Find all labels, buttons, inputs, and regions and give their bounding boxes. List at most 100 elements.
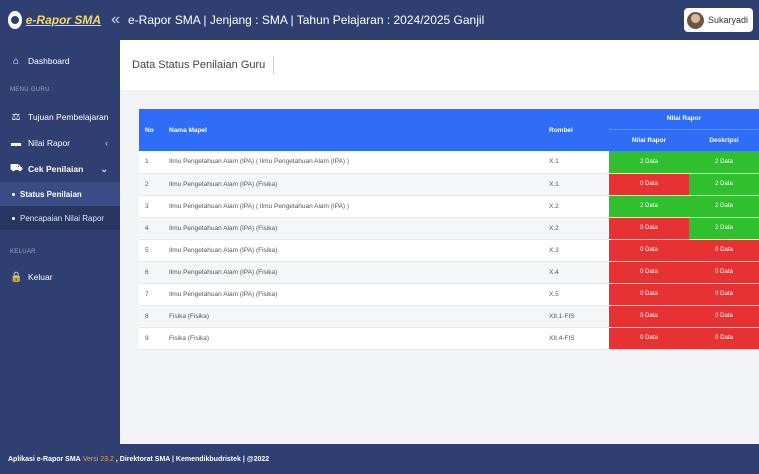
cell-rombel: X.2 [543,195,609,218]
sidebar: ⌂ Dashboard MENU GURU : ⚖ Tujuan Pembela… [0,40,120,444]
cell-rombel: X.4 [543,261,609,284]
brand[interactable]: e-Rapor SMA « [0,0,120,40]
collapse-sidebar-icon[interactable]: « [111,12,120,28]
submenu-cek-penilaian: Status Penilaian Pencapaian Nilai Rapor [0,182,120,230]
cell-rombel: X.1 [543,173,609,196]
sidebar-item-dashboard[interactable]: ⌂ Dashboard [0,48,120,74]
cell-no: 2 [139,173,163,196]
cell-nilai-status: 0 Data [609,305,689,328]
table-row: 3 Ilmu Pengetahuan Alam (IPA) ( Ilmu Peng… [139,195,759,218]
cell-mapel: Ilmu Pengetahuan Alam (IPA) (Fisika) [163,283,543,306]
cell-deskripsi-status: 0 Data [689,239,759,262]
column-header-deskripsi: Deskripsi [709,136,739,144]
cell-mapel: Fisika (Fisika) [163,305,543,328]
table-row: 7 Ilmu Pengetahuan Alam (IPA) (Fisika) X.5… [139,283,759,306]
footer-version: Versi 23.2 [82,455,114,463]
cell-deskripsi-status: 0 Data [689,327,759,350]
table-row: 1 Ilmu Pengetahuan Alam (IPA) ( Ilmu Peng… [139,151,759,174]
cell-mapel: Ilmu Pengetahuan Alam (IPA) ( Ilmu Penge… [163,151,543,174]
sidebar-item-label: Tujuan Pembelajaran [28,112,109,122]
cell-deskripsi-status: 2 Data [689,151,759,174]
cell-mapel: Ilmu Pengetahuan Alam (IPA) ( Ilmu Penge… [163,195,543,218]
cell-nilai-status: 2 Data [609,195,689,218]
cell-rombel: X.3 [543,239,609,262]
sidebar-item-status-penilaian[interactable]: Status Penilaian [0,182,120,206]
cell-no: 4 [139,217,163,240]
table-row: 2 Ilmu Pengetahuan Alam (IPA) (Fisika) X.1… [139,173,759,196]
cell-rombel: XII.1-FIS [543,305,609,328]
cell-no: 1 [139,151,163,174]
cell-mapel: Ilmu Pengetahuan Alam (IPA) (Fisika) [163,173,543,196]
cell-no: 5 [139,239,163,262]
sidebar-item-label: Pencapaian Nilai Rapor [20,213,105,223]
column-header-no: No [145,126,154,134]
cell-nilai-status: 0 Data [609,327,689,350]
logo-icon [8,11,22,29]
user-menu[interactable]: Sukaryadi [683,8,753,32]
table-row: 6 Ilmu Pengetahuan Alam (IPA) (Fisika) X.4… [139,261,759,284]
section-label-menu-guru: MENU GURU : [10,87,54,93]
cell-rombel: X.5 [543,283,609,306]
cell-mapel: Ilmu Pengetahuan Alam (IPA) (Fisika) [163,239,543,262]
bullet-icon [12,192,15,196]
cell-nilai-status: 2 Data [609,151,689,174]
column-header-mapel: Nama Mapel [169,126,207,134]
sidebar-item-pencapaian-nilai-rapor[interactable]: Pencapaian Nilai Rapor [0,206,120,230]
footer: Aplikasi e-Rapor SMA Versi 23.2 , Direkt… [0,444,759,474]
home-icon: ⌂ [12,55,20,67]
user-name[interactable]: Sukaryadi [708,15,748,25]
cell-nilai-status: 0 Data [609,283,689,306]
folder-icon: ▬ [11,137,21,149]
cell-mapel: Ilmu Pengetahuan Alam (IPA) (Fisika) [163,261,543,284]
cell-no: 3 [139,195,163,218]
cell-deskripsi-status: 2 Data [689,195,759,218]
sidebar-item-keluar[interactable]: 🔒 Keluar [0,264,120,290]
sidebar-item-label: Cek Penilaian [28,164,84,174]
cell-no: 6 [139,261,163,284]
sidebar-item-nilai-rapor[interactable]: ▬ Nilai Rapor ‹ [0,130,120,156]
cell-deskripsi-status: 0 Data [689,261,759,284]
status-table-container: No Nama Mapel Rombel Nilai Rapor Nilai R… [139,109,759,350]
brand-name[interactable]: e-Rapor SMA [26,13,101,27]
footer-app-name: Aplikasi e-Rapor SMA [8,455,81,463]
table-row: 5 Ilmu Pengetahuan Alam (IPA) (Fisika) X.3… [139,239,759,262]
table-row: 4 Ilmu Pengetahuan Alam (IPA) (Fisika) X.2… [139,217,759,240]
cell-nilai-status: 0 Data [609,173,689,196]
chevron-down-icon: ⌄ [100,163,108,174]
table-body: 1 Ilmu Pengetahuan Alam (IPA) ( Ilmu Peng… [139,151,759,350]
sidebar-item-tujuan-pembelajaran[interactable]: ⚖ Tujuan Pembelajaran [0,104,120,130]
sidebar-item-cek-penilaian[interactable]: ⛟ Cek Penilaian ⌄ [0,156,120,182]
table-row: 9 Fisika (Fisika) XII.4-FIS 0 Data 0 Data [139,327,759,350]
column-header-rombel: Rombel [549,126,573,134]
cell-no: 9 [139,327,163,350]
chevron-left-icon: ‹ [105,138,108,148]
cell-mapel: Ilmu Pengetahuan Alam (IPA) (Fisika) [163,217,543,240]
cell-mapel: Fisika (Fisika) [163,327,543,350]
bullet-icon [12,216,15,220]
cell-rombel: X.1 [543,151,609,174]
balance-icon: ⚖ [11,111,21,123]
cell-nilai-status: 0 Data [609,261,689,284]
footer-credits: , Direktorat SMA | Kemendikbudristek | @… [115,455,270,463]
cell-deskripsi-status: 0 Data [689,305,759,328]
cell-deskripsi-status: 0 Data [689,283,759,306]
status-table: No Nama Mapel Rombel Nilai Rapor Nilai R… [139,109,759,350]
cell-no: 8 [139,305,163,328]
table-row: 8 Fisika (Fisika) XII.1-FIS 0 Data 0 Data [139,305,759,328]
cell-rombel: XII.4-FIS [543,327,609,350]
column-group-nilai-rapor: Nilai Rapor [609,109,759,130]
cell-rombel: X.2 [543,217,609,240]
cell-nilai-status: 0 Data [609,217,689,240]
app-title: e-Rapor SMA | Jenjang : SMA | Tahun Pela… [128,13,485,27]
cell-no: 7 [139,283,163,306]
top-bar: e-Rapor SMA « e-Rapor SMA | Jenjang : SM… [0,0,759,40]
cell-deskripsi-status: 2 Data [689,173,759,196]
page-header: Data Status Penilaian Guru [120,40,759,90]
sidebar-item-label: Dashboard [28,56,70,66]
lock-icon: 🔒 [10,271,23,283]
sidebar-item-label: Status Penilaian [20,189,82,199]
avatar[interactable] [686,11,704,29]
table-header-row: No Nama Mapel Rombel Nilai Rapor [139,109,759,134]
car-icon: ⛟ [10,162,23,174]
section-label-keluar: KELUAR [10,249,36,255]
